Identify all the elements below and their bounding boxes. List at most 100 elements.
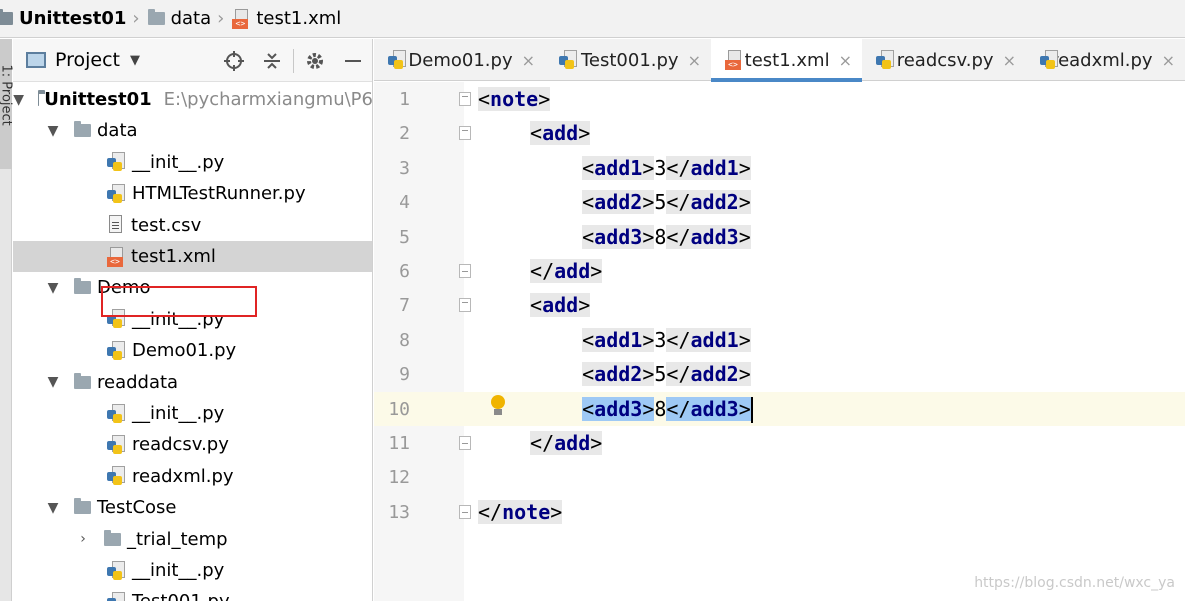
fold-end-icon[interactable] — [459, 504, 471, 519]
chevron-down-icon[interactable]: ▼ — [46, 500, 60, 516]
chevron-down-icon[interactable]: ▼ — [46, 280, 60, 296]
folder-icon — [74, 498, 91, 515]
code-line: <add2>5</add2> — [582, 362, 751, 387]
tab-label: readxml.py — [1051, 49, 1153, 71]
project-tool-label: 1: Project — [0, 64, 14, 126]
text-file-icon — [107, 215, 125, 235]
tree-folder-row[interactable]: ▼ readdata — [13, 367, 372, 398]
breadcrumb-folder-label: data — [170, 8, 212, 29]
collapse-icon[interactable] — [253, 39, 291, 82]
fold-end-icon[interactable] — [459, 436, 471, 450]
chevron-down-icon[interactable]: ▼ — [13, 92, 24, 108]
chevron-right-icon[interactable]: › — [76, 531, 90, 547]
line-number: 9 — [399, 364, 410, 386]
code-line: </add> — [530, 259, 603, 283]
python-file-icon — [107, 183, 127, 204]
fold-open-icon[interactable] — [459, 298, 471, 313]
tree-folder-row[interactable]: ▼ Unittest01 E:\pycharmxiangmu\P6 — [13, 84, 372, 115]
code-editor[interactable] — [464, 82, 1185, 601]
chevron-down-icon[interactable]: ▼ — [46, 374, 60, 390]
tree-file-row[interactable]: __init__.py — [13, 555, 372, 586]
python-file-icon — [107, 560, 127, 581]
tree-item-label: readdata — [97, 371, 179, 393]
editor-tab[interactable]: Test001.py × — [545, 39, 711, 81]
tab-label: test1.xml — [744, 49, 830, 71]
tree-file-row[interactable]: __init__.py — [13, 398, 372, 429]
fold-end-icon[interactable] — [459, 264, 471, 278]
tree-item-label: Test001.py — [132, 591, 230, 601]
editor-tab[interactable]: Demo01.py × — [374, 39, 545, 81]
minimize-icon[interactable] — [334, 39, 372, 82]
xml-file-icon: <> — [107, 246, 125, 267]
tree-item-label: __init__.py — [132, 403, 225, 424]
code-line: <add> — [530, 121, 591, 146]
tree-item-label: Unittest01 — [44, 89, 152, 110]
code-line: <add1>3</add1> — [582, 155, 751, 180]
code-line: <add3>8</add3> — [582, 224, 751, 249]
close-icon[interactable]: × — [688, 51, 701, 70]
code-line: <add2>5</add2> — [582, 190, 751, 215]
tree-file-row[interactable]: HTMLTestRunner.py — [13, 178, 372, 209]
project-panel-header: Project ▼ — [13, 39, 372, 82]
folder-icon — [74, 278, 91, 295]
project-tool-button[interactable]: 1: Project — [0, 39, 14, 169]
line-number: 3 — [399, 157, 410, 179]
editor-tab[interactable]: <> test1.xml × — [711, 39, 862, 82]
crosshair-icon[interactable] — [215, 39, 253, 82]
lightbulb-icon[interactable] — [490, 395, 506, 417]
tree-item-label: __init__.py — [132, 151, 225, 173]
tree-file-row[interactable]: test.csv — [13, 210, 372, 241]
line-number: 10 — [388, 398, 410, 420]
breadcrumb-file-label: test1.xml — [256, 8, 342, 29]
tree-file-row[interactable]: <> test1.xml — [13, 241, 372, 272]
divider — [293, 48, 294, 73]
close-icon[interactable]: × — [1003, 51, 1016, 70]
folder-icon — [0, 9, 13, 25]
close-icon[interactable]: × — [522, 51, 535, 70]
watermark: https://blog.csdn.net/wxc_ya — [974, 575, 1175, 591]
python-file-icon — [1040, 50, 1058, 70]
editor-tab[interactable]: readcsv.py × — [862, 39, 1026, 81]
editor-tab-bar: Demo01.py × Test001.py × <> test1.xml × readcsv… — [374, 39, 1185, 82]
line-number: 8 — [399, 329, 410, 351]
line-number: 7 — [399, 295, 410, 317]
chevron-down-icon[interactable]: ▼ — [130, 53, 140, 68]
fold-open-icon[interactable] — [459, 126, 471, 141]
tree-item-label: _trial_temp — [127, 528, 228, 550]
xml-file-icon: <> — [232, 8, 250, 29]
line-number: 5 — [399, 226, 410, 248]
code-line: <add1>3</add1> — [582, 327, 751, 352]
breadcrumb-separator: › — [132, 8, 140, 29]
folder-icon — [74, 372, 91, 389]
close-icon[interactable]: × — [1162, 51, 1175, 70]
tree-item-label: test.csv — [131, 214, 202, 236]
gear-icon[interactable] — [296, 39, 334, 82]
navigation-bar: Unittest01 › data › <> test1.xml — [0, 0, 1185, 38]
tree-file-row[interactable]: readcsv.py — [13, 429, 372, 460]
tree-file-row[interactable]: Test001.py — [13, 586, 372, 601]
line-number: 2 — [399, 123, 410, 145]
tab-label: Test001.py — [580, 49, 679, 71]
tree-item-label: TestCose — [97, 497, 177, 519]
tree-file-row[interactable]: __init__.py — [13, 147, 372, 178]
tree-item-label: readcsv.py — [132, 434, 229, 456]
editor-tab[interactable]: readxml.py × — [1026, 39, 1185, 81]
close-icon[interactable]: × — [839, 51, 852, 70]
breadcrumb-file[interactable]: <> test1.xml — [232, 0, 341, 38]
xml-file-icon: <> — [725, 50, 741, 70]
tree-item-label: __init__.py — [132, 560, 225, 581]
code-line: </note> — [478, 499, 563, 524]
chevron-down-icon[interactable]: ▼ — [46, 123, 60, 139]
breadcrumb-project[interactable]: Unittest01 — [0, 0, 126, 38]
code-line: <add> — [530, 293, 591, 318]
breadcrumb-folder[interactable]: data — [147, 0, 212, 38]
project-view-selector[interactable]: Project — [55, 49, 120, 71]
tree-folder-row[interactable]: › _trial_temp — [13, 524, 372, 555]
tree-folder-row[interactable]: ▼ TestCose — [13, 492, 372, 523]
fold-open-icon[interactable] — [459, 92, 471, 106]
tree-file-row[interactable]: readxml.py — [13, 461, 372, 492]
tree-item-label: HTMLTestRunner.py — [132, 183, 306, 205]
tree-file-row[interactable]: Demo01.py — [13, 335, 372, 366]
tree-item-label: data — [97, 120, 138, 142]
tree-folder-row[interactable]: ▼ data — [13, 115, 372, 146]
